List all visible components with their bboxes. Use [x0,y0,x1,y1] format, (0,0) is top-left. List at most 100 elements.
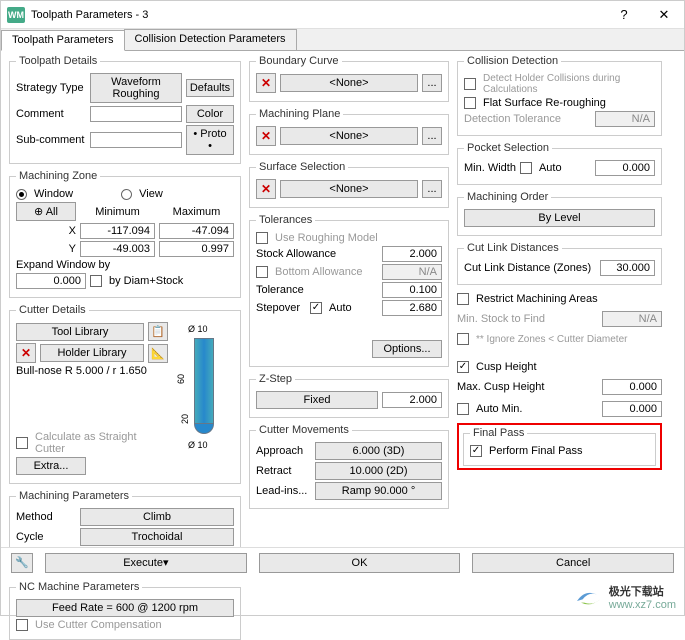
approach-button[interactable]: 6.000 (3D) [315,442,442,460]
bylevel-button[interactable]: By Level [464,209,655,227]
extra-button[interactable]: Extra... [16,457,86,475]
stepover-auto-checkbox[interactable] [310,302,322,314]
ss-delete-button[interactable]: ✕ [256,179,276,199]
stepover-input[interactable]: 2.680 [382,300,442,316]
machining-order: Machining Order By Level [457,191,662,236]
options-button[interactable]: Options... [372,340,442,358]
ok-button[interactable]: OK [259,553,461,573]
holder-library-button[interactable]: Holder Library [40,344,144,362]
tool-library-icon[interactable]: 📋 [148,322,168,341]
detect-checkbox[interactable] [464,78,476,90]
tab-collision-detection[interactable]: Collision Detection Parameters [124,29,297,50]
automin-input[interactable]: 0.000 [602,401,662,417]
dim-60: 60 [176,374,186,384]
subcomment-label: Sub-comment [16,134,86,146]
restrict-label: Restrict Machining Areas [476,293,598,305]
bottom-checkbox[interactable] [256,266,268,278]
minw-auto-checkbox[interactable] [520,162,532,174]
bc-delete-button[interactable]: ✕ [256,73,276,93]
calc-straight-checkbox[interactable] [16,437,28,449]
perform-final-label: Perform Final Pass [489,445,583,457]
cycle-label: Cycle [16,531,76,543]
bydiam-label: by Diam+Stock [109,275,183,287]
window-radio[interactable] [16,189,27,200]
automin-label: Auto Min. [476,403,598,415]
xmin-input[interactable]: -117.094 [80,223,155,239]
footer-icon-button[interactable]: 🔧 [11,553,33,573]
min-header: Minimum [80,206,155,218]
execute-button[interactable]: Execute ▾ [45,553,247,573]
expand-input[interactable]: 0.000 [16,273,86,289]
strategy-label: Strategy Type [16,82,86,94]
watermark-logo-icon [573,585,605,609]
machining-zone-legend: Machining Zone [16,170,100,182]
strategy-button[interactable]: Waveform Roughing [90,73,182,103]
proto-button[interactable]: • Proto • [186,125,234,155]
stock-input[interactable]: 2.000 [382,246,442,262]
ss-none-button[interactable]: <None> [280,180,418,198]
all-button[interactable]: ⊕ All [16,202,76,221]
tool-library-button[interactable]: Tool Library [16,323,144,341]
expand-label: Expand Window by [16,259,110,271]
ignore-checkbox[interactable] [457,333,469,345]
cycle-button[interactable]: Trochoidal [80,528,234,546]
final-pass: Final Pass Perform Final Pass [463,427,656,466]
holder-delete-button[interactable]: ✕ [16,343,36,363]
color-button[interactable]: Color [186,105,234,123]
collision-detection: Collision Detection Detect Holder Collis… [457,55,662,136]
detect-label: Detect Holder Collisions during Calculat… [483,73,655,95]
cutter-details: Cutter Details Tool Library 📋 ✕ Holder L… [9,304,241,484]
minw-label: Min. Width [464,162,516,174]
titlebar: WM Toolpath Parameters - 3 ? ✕ [1,1,684,29]
cusp-checkbox[interactable] [457,361,469,373]
restrict-checkbox[interactable] [457,293,469,305]
app-icon: WM [7,7,25,23]
final-pass-highlight: Final Pass Perform Final Pass [457,423,662,470]
bc-none-button[interactable]: <None> [280,74,418,92]
method-button[interactable]: Climb [80,508,234,526]
bydiam-checkbox[interactable] [90,275,102,287]
zstep-button[interactable]: Fixed [256,391,378,409]
xmax-input[interactable]: -47.094 [159,223,234,239]
feedrate-button[interactable]: Feed Rate = 600 @ 1200 rpm [16,599,234,617]
bc-browse-button[interactable]: ... [422,74,442,92]
cutter-name: Bull-nose R 5.000 / r 1.650 [16,365,147,377]
leadin-button[interactable]: Ramp 90.000 ° [315,482,442,500]
ss-browse-button[interactable]: ... [422,180,442,198]
roughing-checkbox[interactable] [256,232,268,244]
machining-zone: Machining Zone Window View ⊕ All Minimum… [9,170,241,298]
ymin-input[interactable]: -49.003 [80,241,155,257]
dtol-label: Detection Tolerance [464,113,591,125]
cld-input[interactable]: 30.000 [600,260,655,276]
minstock-label: Min. Stock to Find [457,313,598,325]
x-label: X [16,225,76,237]
flat-checkbox[interactable] [464,97,476,109]
maxcusp-input[interactable]: 0.000 [602,379,662,395]
cutter-comp-checkbox[interactable] [16,619,28,631]
cutter-comp-label: Use Cutter Compensation [35,619,162,631]
tol-label: Tolerance [256,284,378,296]
defaults-button[interactable]: Defaults [186,79,234,97]
zstep-input[interactable]: 2.000 [382,392,442,408]
close-button[interactable]: ✕ [644,1,684,29]
subcomment-input[interactable] [90,132,182,148]
ymax-input[interactable]: 0.997 [159,241,234,257]
automin-checkbox[interactable] [457,403,469,415]
view-radio[interactable] [121,189,132,200]
retract-button[interactable]: 10.000 (2D) [315,462,442,480]
mpl-browse-button[interactable]: ... [422,127,442,145]
holder-library-icon[interactable]: 📐 [148,344,168,363]
perform-final-checkbox[interactable] [470,445,482,457]
tol-input[interactable]: 0.100 [382,282,442,298]
comment-input[interactable] [90,106,182,122]
minw-input[interactable]: 0.000 [595,160,655,176]
roughing-label: Use Roughing Model [275,232,378,244]
cancel-button[interactable]: Cancel [472,553,674,573]
stepover-label: Stepover [256,302,306,314]
help-button[interactable]: ? [604,1,644,29]
view-radio-label: View [139,188,163,200]
zstep-legend: Z-Step [256,373,295,385]
mpl-none-button[interactable]: <None> [280,127,418,145]
mpl-delete-button[interactable]: ✕ [256,126,276,146]
tab-toolpath-parameters[interactable]: Toolpath Parameters [1,30,125,51]
